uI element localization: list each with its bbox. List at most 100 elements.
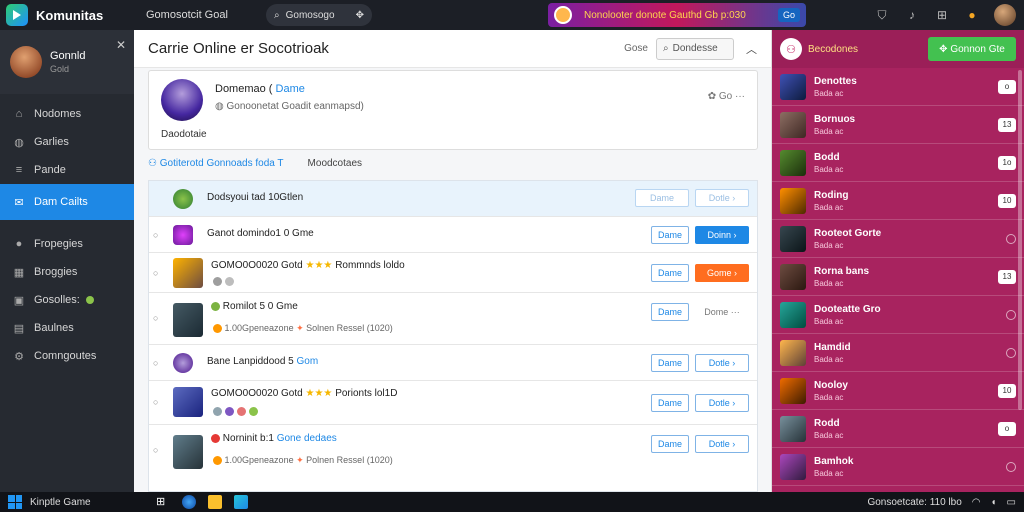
chat-icon: ✉: [14, 196, 24, 209]
folder-icon[interactable]: [208, 495, 222, 509]
filter-tab-1[interactable]: Moodcotaes: [308, 158, 362, 169]
friend-item[interactable]: Roding Bada ac 10: [772, 182, 1024, 220]
friend-item[interactable]: Bamhok Bada ac: [772, 448, 1024, 486]
right-panel-button[interactable]: ✥ Gonnon Gte: [928, 37, 1016, 61]
friend-text: Hamdid Bada ac: [814, 342, 851, 364]
status-badge[interactable]: o: [998, 421, 1016, 436]
card-name-tag[interactable]: Dame: [276, 83, 305, 95]
row-button-1[interactable]: Dame: [635, 189, 689, 207]
table-row[interactable]: ○ GOMO0O0020 Gotd ★★★ Porionts lol1D Dam…: [149, 381, 757, 425]
volume-icon[interactable]: ◖: [991, 497, 997, 508]
sidebar-item-0[interactable]: ⌂ Nodomes: [0, 100, 134, 128]
bell-icon[interactable]: ♪: [904, 7, 920, 23]
sidebar-item-8[interactable]: ⚙ Comngoutes: [0, 342, 134, 370]
card-right[interactable]: ✿ Go ···: [708, 91, 745, 102]
row-marker: ○: [153, 358, 159, 368]
status-badge[interactable]: 1o: [998, 155, 1016, 170]
card-sub: ◍ Gonoonetat Goadit eanmapsd): [215, 101, 364, 112]
friend-item[interactable]: Bodd Bada ac 1o: [772, 144, 1024, 182]
friend-item[interactable]: Bornuos Bada ac 13: [772, 106, 1024, 144]
row-button-2[interactable]: Dotle ›: [695, 435, 749, 453]
card-avatar[interactable]: [161, 79, 203, 121]
sidebar-item-2[interactable]: ≡ Pande: [0, 156, 134, 184]
profile-name: Gonnld: [50, 50, 86, 62]
windows-start-icon[interactable]: [8, 495, 22, 509]
friend-item[interactable]: Rorna bans Bada ac 13: [772, 258, 1024, 296]
user-avatar[interactable]: [994, 4, 1016, 26]
sidebar-item-3[interactable]: ✉ Dam Cailts: [0, 184, 134, 220]
status-badge[interactable]: o: [998, 79, 1016, 94]
battery-icon[interactable]: ▭: [1007, 497, 1016, 508]
sidebar-item-label: Nodomes: [34, 108, 82, 120]
row-thumbnail: [173, 258, 203, 288]
friend-item[interactable]: Nooloy Bada ac 10: [772, 372, 1024, 410]
status-badge[interactable]: 10: [998, 193, 1016, 208]
controller-icon[interactable]: ✥: [356, 10, 364, 21]
row-title: Ganot domindo1 0 Gme: [207, 228, 314, 239]
row-button-1[interactable]: Dame: [650, 264, 689, 282]
table-row[interactable]: ○ Bane Lanpiddood 5 Gom Dame Dotle ›: [149, 345, 757, 381]
row-button-1[interactable]: Dame: [650, 226, 689, 244]
game-app-icon[interactable]: [234, 495, 248, 509]
row-marker: ○: [153, 397, 159, 407]
table-row[interactable]: ○ GOMO0O0020 Gotd ★★★ Rommnds loldo Dame…: [149, 253, 757, 293]
row-button-1[interactable]: Dame: [650, 354, 689, 372]
row-title-tag[interactable]: Gom: [297, 356, 319, 367]
table-row[interactable]: Dodsyoui tad 10Gtlen Dame Dotle ›: [149, 181, 757, 217]
friend-item[interactable]: Rooteot Gorte Bada ac: [772, 220, 1024, 258]
row-buttons: Dame Dotle ›: [650, 435, 749, 453]
status-badge[interactable]: 10: [998, 383, 1016, 398]
top-search-input[interactable]: ⌕ Gomosogo ✥: [266, 4, 372, 26]
row-button-2[interactable]: Doinn ›: [695, 226, 749, 244]
box-icon: ▣: [13, 294, 25, 307]
close-icon[interactable]: ✕: [116, 38, 126, 52]
friend-item[interactable]: Denottes Bada ac o: [772, 68, 1024, 106]
app-logo[interactable]: Komunitas: [0, 4, 134, 26]
friend-item[interactable]: Hamdid Bada ac: [772, 334, 1024, 372]
sidebar-item-label: Fropegies: [34, 238, 83, 250]
header-meta[interactable]: Gose: [624, 43, 648, 54]
sidebar-item-4[interactable]: ● Fropegies: [0, 230, 134, 258]
row-button-1[interactable]: Dame: [650, 303, 689, 321]
row-button-2[interactable]: Dotle ›: [695, 189, 749, 207]
friend-status: Bada ac: [814, 278, 844, 288]
sidebar-item-7[interactable]: ▤ Baulnes: [0, 314, 134, 342]
sidebar-item-1[interactable]: ◍ Garlies: [0, 128, 134, 156]
sidebar-profile[interactable]: Gonnld Gold ✕: [0, 30, 134, 94]
friend-item[interactable]: Dooteatte Gro Bada ac: [772, 296, 1024, 334]
chevron-up-icon[interactable]: ︿: [746, 41, 757, 57]
promo-chip[interactable]: Go: [777, 8, 800, 22]
wifi-icon[interactable]: ◠: [972, 497, 981, 508]
row-button-2[interactable]: Dome ···: [695, 303, 749, 321]
table-row[interactable]: ○ Ganot domindo1 0 Gme Dame Doinn ›: [149, 217, 757, 253]
sidebar-item-6[interactable]: ▣ Gosolles:: [0, 286, 134, 314]
search-icon: ⌕: [274, 9, 280, 21]
table-row[interactable]: ○ Norninit b:1 Gone dedaes 1.00Gpeneazon…: [149, 425, 757, 477]
row-title-tag[interactable]: Gone dedaes: [277, 433, 337, 444]
system-tray: Gonsoetcate: 110 lbo ◠ ◖ ▭: [867, 497, 1024, 508]
button-label: Dotle: [708, 398, 730, 408]
status-badge[interactable]: 13: [998, 269, 1016, 284]
sidebar-item-5[interactable]: ▦ Broggies: [0, 258, 134, 286]
row-button-1[interactable]: Dame: [650, 394, 689, 412]
row-button-2[interactable]: Dotle ›: [695, 354, 749, 372]
shield-icon[interactable]: ⛉: [874, 7, 890, 23]
windows-icon[interactable]: ⊞: [156, 495, 170, 509]
coin-icon[interactable]: ●: [964, 7, 980, 23]
header-search-input[interactable]: ⌕ Dondesse: [656, 37, 734, 60]
button-label: Gome: [706, 268, 732, 278]
browser-icon[interactable]: [182, 495, 196, 509]
table-row[interactable]: ○ Romilot 5 0 Gme 1.00Gpeneazone ✦ Solne…: [149, 293, 757, 345]
row-button-2[interactable]: Dotle ›: [695, 394, 749, 412]
row-button-2[interactable]: Gome ›: [695, 264, 749, 282]
gift-icon[interactable]: ⊞: [934, 7, 950, 23]
filter-tab-0[interactable]: ⚇ Gotiterotd Gonnoads foda T: [148, 158, 284, 169]
row-button-1[interactable]: Dame: [650, 435, 689, 453]
scrollbar[interactable]: [1018, 70, 1022, 410]
friend-item[interactable]: Rodd Bada ac o: [772, 410, 1024, 448]
status-badge[interactable]: 13: [998, 117, 1016, 132]
friend-text: Dooteatte Gro Bada ac: [814, 304, 881, 326]
promo-banner[interactable]: Nonolooter donote Gauthd Gb p:030 Go: [548, 3, 806, 27]
filter-label: Gotiterotd Gonnoads foda T: [159, 158, 284, 169]
sidebar-item-label: Gosolles:: [34, 294, 80, 306]
